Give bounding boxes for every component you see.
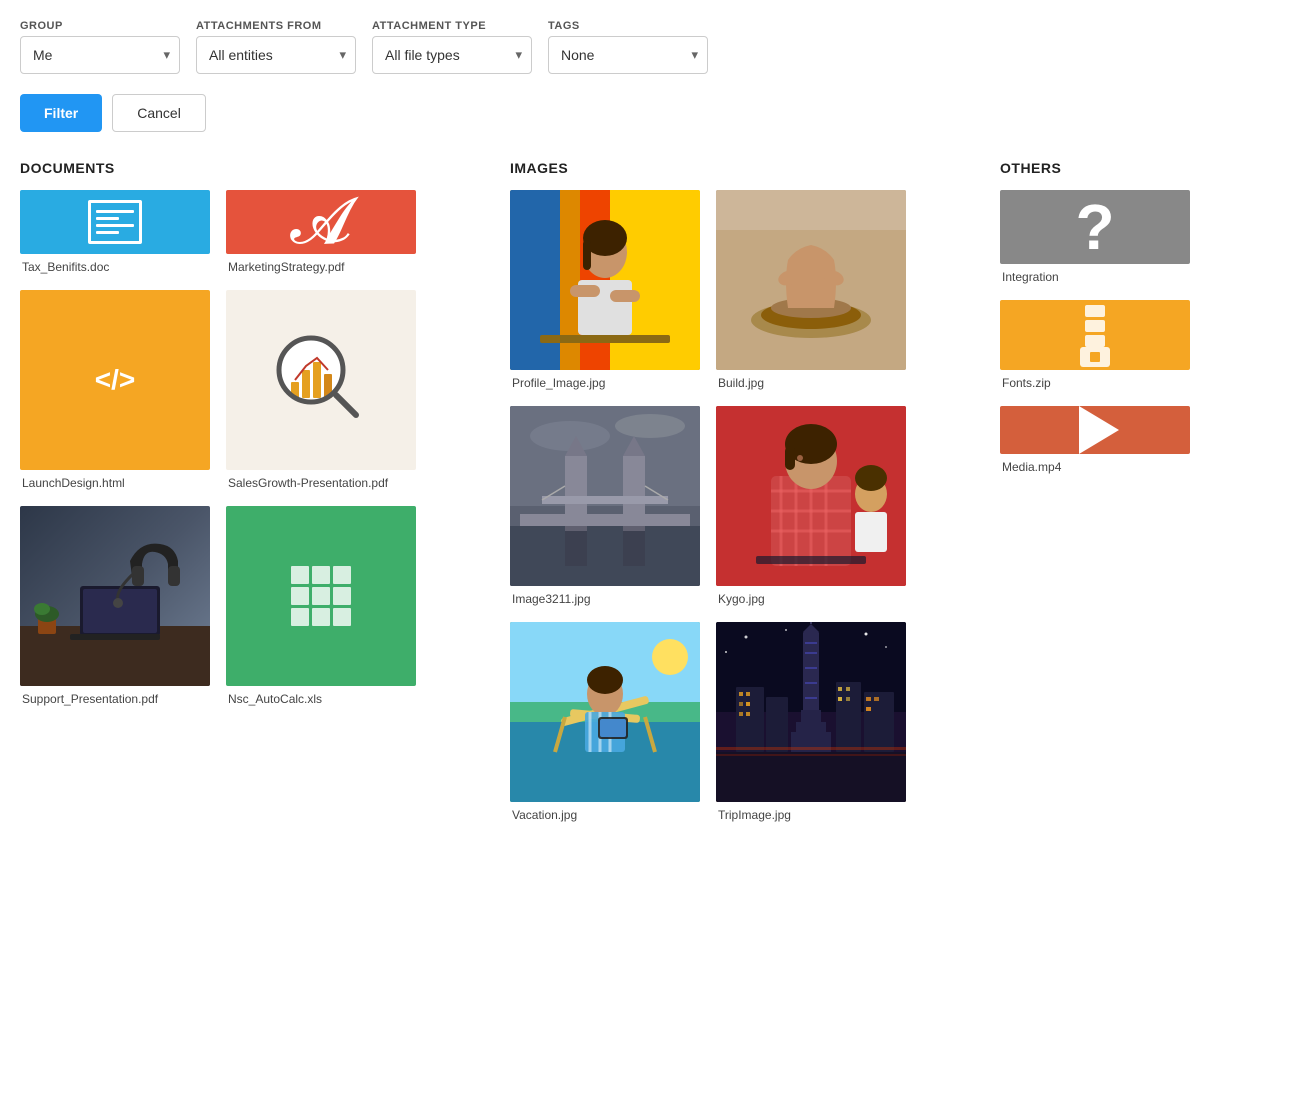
file-name: Fonts.zip [1000,376,1190,390]
headset-scene-icon [20,506,210,686]
documents-section: DOCUMENTS Tax_Benifits.doc 𝓐 Market [20,160,480,822]
file-name: LaunchDesign.html [20,476,210,490]
attachments-from-filter: ATTACHMENTS FROM All entities Contacts D… [196,20,356,74]
images-section: IMAGES [510,160,970,822]
file-thumbnail [510,622,700,802]
bridge-image-icon [510,406,700,586]
doc-icon [88,200,142,244]
file-thumbnail [510,406,700,586]
file-thumbnail [510,190,700,370]
file-name: Nsc_AutoCalc.xls [226,692,416,706]
list-item[interactable]: Vacation.jpg [510,622,700,822]
content-area: DOCUMENTS Tax_Benifits.doc 𝓐 Market [20,160,1280,822]
attachment-type-filter: ATTACHMENT TYPE All file types Documents… [372,20,532,74]
file-name: SalesGrowth-Presentation.pdf [226,476,416,490]
file-name: Kygo.jpg [716,592,906,606]
play-icon [1079,406,1119,454]
file-thumbnail [716,190,906,370]
list-item[interactable]: Media.mp4 [1000,406,1190,474]
file-thumbnail [20,506,210,686]
file-thumbnail: 𝓐 [226,190,416,254]
attachments-from-label: ATTACHMENTS FROM [196,20,356,32]
tags-select[interactable]: None Important Archived [548,36,708,74]
file-name: Profile_Image.jpg [510,376,700,390]
file-name: Integration [1000,270,1190,284]
list-item[interactable]: Profile_Image.jpg [510,190,700,390]
file-thumbnail: ? [1000,190,1190,264]
file-name: Build.jpg [716,376,906,390]
others-title: OTHERS [1000,160,1190,176]
action-buttons: Filter Cancel [20,94,1280,132]
kygo-image-icon [716,406,906,586]
list-item[interactable]: ? Integration [1000,190,1190,284]
file-name: Media.mp4 [1000,460,1190,474]
file-name: Support_Presentation.pdf [20,692,210,706]
xls-icon [291,566,351,626]
list-item[interactable]: SalesGrowth-Presentation.pdf [226,290,416,490]
html-icon: </> [95,364,135,396]
trip-image-icon [716,622,906,802]
file-thumbnail: </> [20,290,210,470]
file-thumbnail [716,406,906,586]
group-label: GROUP [20,20,180,32]
images-grid: Profile_Image.jpg [510,190,970,822]
build-image-icon [716,190,906,370]
list-item[interactable]: Nsc_AutoCalc.xls [226,506,416,706]
list-item[interactable]: Support_Presentation.pdf [20,506,210,706]
images-title: IMAGES [510,160,970,176]
list-item[interactable]: Image3211.jpg [510,406,700,606]
list-item[interactable]: Tax_Benifits.doc [20,190,210,274]
pdf-icon: 𝓐 [290,190,352,254]
cancel-button[interactable]: Cancel [112,94,206,132]
file-thumbnail [716,622,906,802]
tags-label: TAGS [548,20,708,32]
list-item[interactable]: TripImage.jpg [716,622,906,822]
others-section: OTHERS ? Integration [1000,160,1190,822]
documents-title: DOCUMENTS [20,160,480,176]
list-item[interactable]: Build.jpg [716,190,906,390]
others-grid: ? Integration Fonts.zip [1000,190,1190,474]
attachments-from-select[interactable]: All entities Contacts Deals Companies [196,36,356,74]
attachment-type-select[interactable]: All file types Documents Images Videos [372,36,532,74]
filter-button[interactable]: Filter [20,94,102,132]
file-name: Image3211.jpg [510,592,700,606]
list-item[interactable]: Kygo.jpg [716,406,906,606]
question-icon: ? [1075,190,1114,264]
tags-filter: TAGS None Important Archived [548,20,708,74]
vacation-image-icon [510,622,700,802]
file-thumbnail [1000,406,1190,454]
list-item[interactable]: 𝓐 MarketingStrategy.pdf [226,190,416,274]
file-thumbnail [1000,300,1190,370]
group-filter: GROUP Me All Team [20,20,180,74]
zip-icon [1070,300,1120,370]
profile-image-icon [510,190,700,370]
group-select[interactable]: Me All Team [20,36,180,74]
file-thumbnail [226,506,416,686]
file-thumbnail [226,290,416,470]
file-name: Vacation.jpg [510,808,700,822]
list-item[interactable]: </> LaunchDesign.html [20,290,210,490]
magnifier-icon [271,330,371,430]
file-name: TripImage.jpg [716,808,906,822]
filter-bar: GROUP Me All Team ATTACHMENTS FROM All e… [20,20,1280,74]
attachment-type-label: ATTACHMENT TYPE [372,20,532,32]
documents-grid: Tax_Benifits.doc 𝓐 MarketingStrategy.pdf… [20,190,480,706]
list-item[interactable]: Fonts.zip [1000,300,1190,390]
file-thumbnail [20,190,210,254]
file-name: MarketingStrategy.pdf [226,260,416,274]
file-name: Tax_Benifits.doc [20,260,210,274]
